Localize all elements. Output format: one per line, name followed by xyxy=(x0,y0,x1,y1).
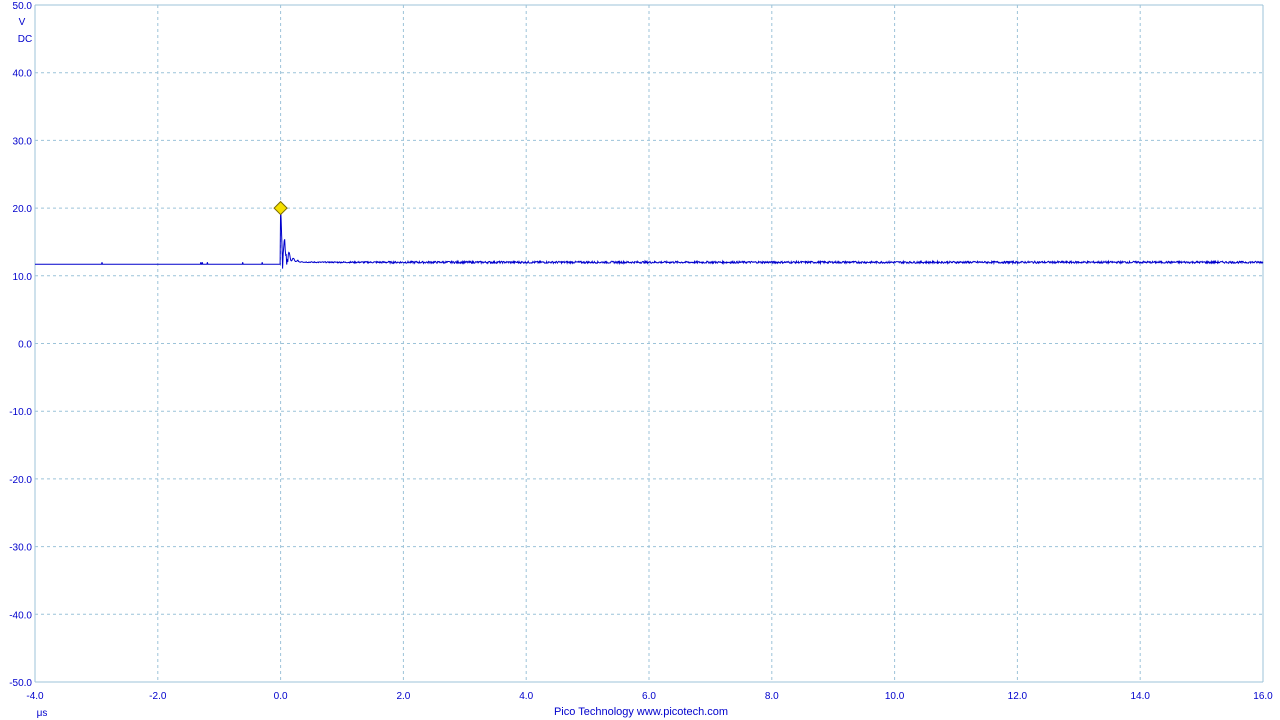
y-tick-label: -10.0 xyxy=(9,407,32,418)
y-tick-label: 20.0 xyxy=(13,204,33,215)
x-tick-label: 4.0 xyxy=(519,691,533,702)
x-tick-label: 0.0 xyxy=(274,691,288,702)
y-tick-label: 30.0 xyxy=(13,136,33,147)
footer-credit: Pico Technology www.picotech.com xyxy=(554,706,728,718)
y-tick-label: 0.0 xyxy=(18,340,32,351)
y-tick-label: -20.0 xyxy=(9,475,32,486)
y-axis-unit: V xyxy=(19,17,26,28)
x-tick-label: -2.0 xyxy=(149,691,167,702)
x-tick-label: -4.0 xyxy=(26,691,44,702)
x-tick-label: 10.0 xyxy=(885,691,905,702)
x-tick-label: 16.0 xyxy=(1253,691,1273,702)
trigger-marker-icon[interactable] xyxy=(273,200,288,216)
y-axis-ticks: 50.0 40.0 30.0 20.0 10.0 0.0 -10.0 -20.0 -30.0 -4… xyxy=(9,1,32,689)
x-tick-label: 2.0 xyxy=(396,691,410,702)
y-axis-coupling: DC xyxy=(18,34,32,45)
grid xyxy=(34,4,1264,683)
x-tick-label: 12.0 xyxy=(1008,691,1028,702)
y-tick-label: 10.0 xyxy=(13,272,33,283)
y-tick-label: -40.0 xyxy=(9,610,32,621)
x-axis-unit: μs xyxy=(37,708,48,719)
x-tick-label: 6.0 xyxy=(642,691,656,702)
oscilloscope-chart: 50.0 40.0 30.0 20.0 10.0 0.0 -10.0 -20.0 -30.0 -4… xyxy=(9,1,1273,719)
x-axis-ticks: -4.0 -2.0 0.0 2.0 4.0 6.0 8.0 10.0 12.0 14.0 16.0 xyxy=(26,691,1273,702)
y-tick-label: -50.0 xyxy=(9,678,32,689)
x-tick-label: 8.0 xyxy=(765,691,779,702)
x-tick-label: 14.0 xyxy=(1130,691,1150,702)
y-tick-label: 40.0 xyxy=(13,69,33,80)
y-tick-label: -30.0 xyxy=(9,543,32,554)
y-tick-label: 50.0 xyxy=(13,1,33,12)
